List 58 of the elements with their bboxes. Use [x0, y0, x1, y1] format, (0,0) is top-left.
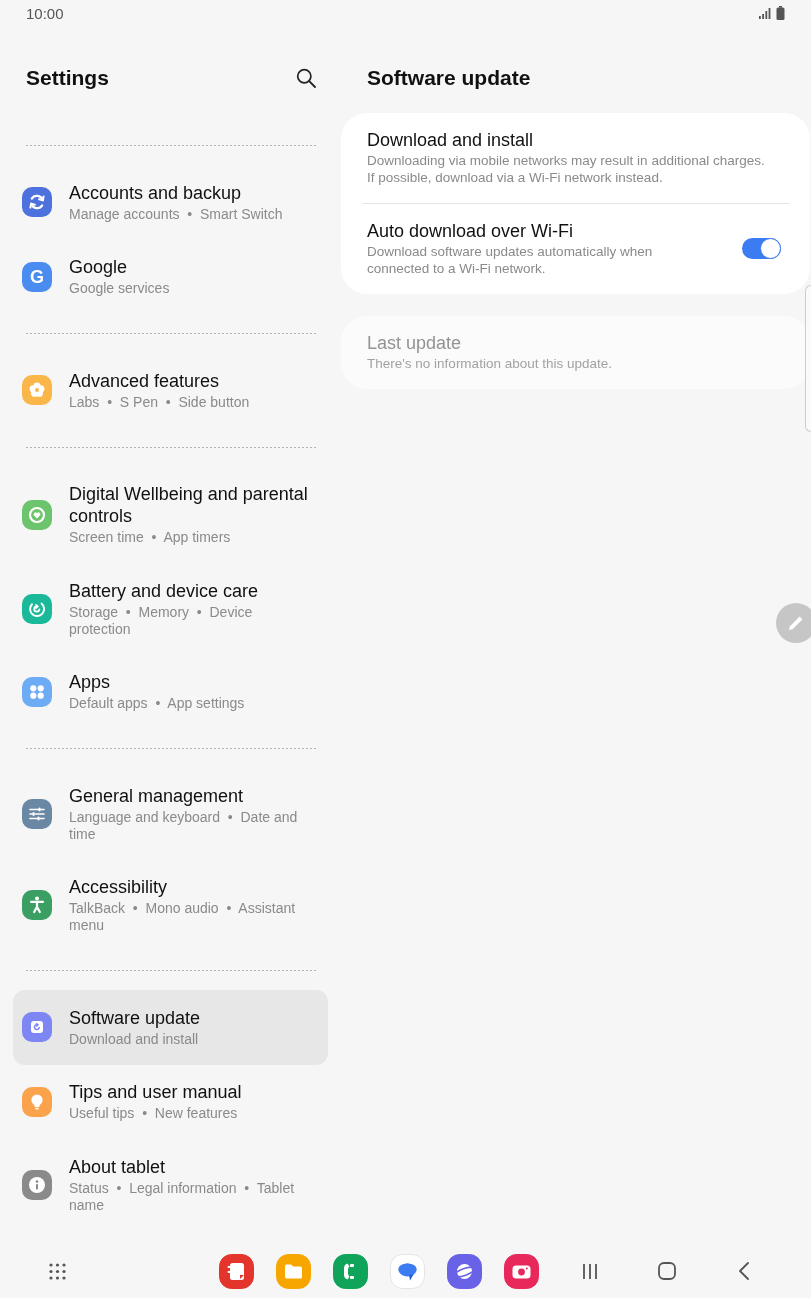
- settings-item[interactable]: Accounts and backup Manage accounts • Smart Switch: [13, 165, 328, 240]
- settings-item[interactable]: General management Language and keyboard • Date and time: [13, 768, 328, 860]
- setting-description: There's no information about this update.: [367, 355, 613, 372]
- item-title: About tablet: [69, 1155, 167, 1178]
- item-subtitle: Default apps • App settings: [69, 695, 246, 712]
- item-title: Advanced features: [69, 369, 221, 392]
- item-subtitle: Storage • Memory • Device protection: [69, 603, 254, 638]
- item-subtitle: Status • Legal information • Tablet name: [69, 1179, 296, 1214]
- recents-icon[interactable]: [582, 1262, 598, 1280]
- settings-item[interactable]: Accessibility TalkBack • Mono audio • Assistant menu: [13, 859, 328, 951]
- planet-app-icon[interactable]: [447, 1253, 482, 1289]
- setting-description: Downloading via mobile networks may result in additional charges. If possible, download via a Wi-Fi network instead.: [367, 152, 766, 186]
- messages-app-icon[interactable]: [390, 1253, 425, 1289]
- pencil-icon: [787, 614, 805, 632]
- item-subtitle: Useful tips • New features: [69, 1105, 239, 1122]
- item-title: General management: [69, 784, 245, 807]
- item-subtitle: Screen time • App timers: [69, 529, 232, 546]
- settings-item[interactable]: Software update Download and install: [13, 990, 328, 1065]
- pane-title: Settings: [26, 65, 109, 91]
- item-title: Accessibility: [69, 876, 169, 898]
- item-subtitle: Labs • S Pen • Side button: [69, 393, 251, 411]
- setting-title: Download and install: [367, 129, 535, 151]
- clock-time: 10:00: [26, 4, 64, 22]
- setting-title: Last update: [367, 332, 463, 354]
- back-icon[interactable]: [738, 1262, 749, 1280]
- setting-title: Auto download over Wi-Fi: [367, 220, 575, 242]
- settings-item[interactable]: G Google Google services: [13, 239, 328, 314]
- settings-item[interactable]: Digital Wellbeing and parental controls Screen time • App timers: [13, 466, 328, 563]
- item-title: Apps: [69, 671, 112, 693]
- letter-g-icon: G: [22, 261, 52, 292]
- item-title: Google: [69, 256, 129, 278]
- settings-item[interactable]: About tablet Status • Legal information • Tablet name: [13, 1139, 328, 1231]
- settings-item[interactable]: Battery and device care Storage • Memory • Device protection: [13, 563, 328, 655]
- setting-description: Download software updates automatically when connected to a Wi-Fi network.: [367, 243, 654, 277]
- camera-app-icon[interactable]: [504, 1253, 539, 1289]
- settings-item[interactable]: Advanced features Labs • S Pen • Side button: [13, 353, 328, 428]
- item-title: Software update: [69, 1006, 202, 1029]
- settings-item[interactable]: Tips and user manual Useful tips • New features: [13, 1064, 328, 1139]
- apps-grid-icon[interactable]: [49, 1262, 66, 1280]
- home-icon[interactable]: [658, 1262, 676, 1280]
- item-title: Digital Wellbeing and parental controls: [69, 483, 309, 527]
- toggle-switch[interactable]: [742, 238, 781, 259]
- search-icon[interactable]: [296, 68, 316, 88]
- item-subtitle: Google services: [69, 280, 171, 297]
- signal-icon: [759, 7, 771, 19]
- item-subtitle: Language and keyboard • Date and time: [69, 808, 299, 843]
- item-subtitle: Manage accounts • Smart Switch: [69, 205, 284, 223]
- item-title: Accounts and backup: [69, 181, 243, 204]
- notes-app-icon[interactable]: [219, 1253, 254, 1289]
- pane-title: Software update: [367, 66, 531, 89]
- item-subtitle: Download and install: [69, 1030, 200, 1048]
- edge-panel-handle[interactable]: [805, 285, 811, 432]
- item-subtitle: TalkBack • Mono audio • Assistant menu: [69, 900, 297, 934]
- phone-app-icon[interactable]: [333, 1253, 368, 1289]
- item-title: Tips and user manual: [69, 1081, 243, 1103]
- battery-icon: [776, 6, 785, 20]
- item-title: Battery and device care: [69, 579, 260, 602]
- settings-item[interactable]: Apps Default apps • App settings: [13, 654, 328, 729]
